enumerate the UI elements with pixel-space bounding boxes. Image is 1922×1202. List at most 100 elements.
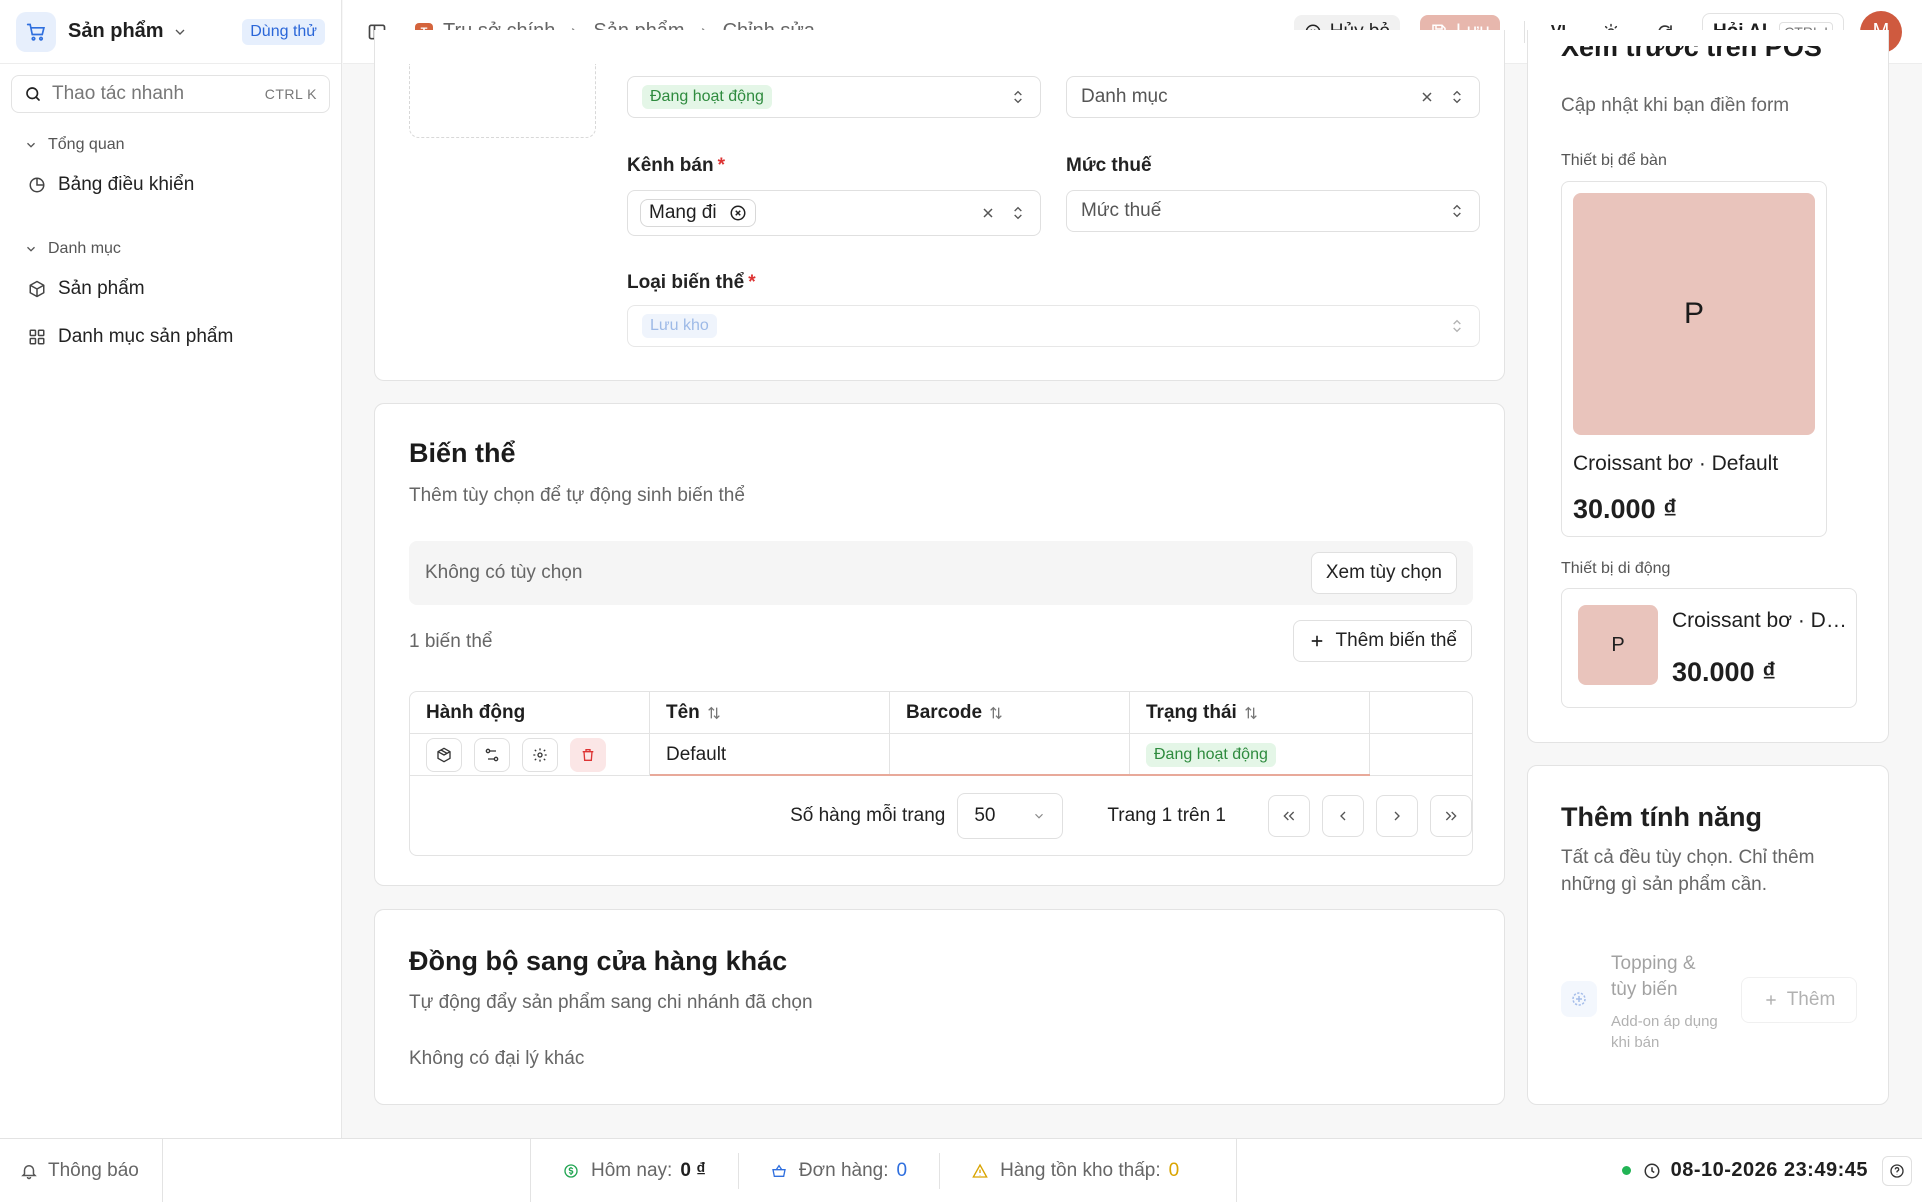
product-name: Croissant bơ · Default — [1573, 452, 1779, 475]
tax-rate-placeholder: Mức thuế — [1081, 200, 1162, 221]
quick-action-placeholder: Thao tác nhanh — [52, 83, 185, 104]
clear-icon[interactable] — [980, 205, 996, 221]
cell-barcode[interactable] — [890, 734, 1130, 775]
chevrons-up-down-icon — [1449, 203, 1465, 219]
chevrons-up-down-icon — [1010, 89, 1026, 105]
sales-channel-chip: Mang đi — [640, 199, 756, 227]
sidebar-item-label: Sản phẩm — [58, 278, 145, 299]
plus-icon — [1308, 632, 1326, 650]
product-name: Croissant bơ · Default — [1672, 609, 1848, 632]
clock-icon — [1643, 1162, 1661, 1180]
add-feature-label: Thêm — [1786, 989, 1836, 1010]
nav-group-catalog[interactable]: Danh mục — [0, 237, 341, 261]
desktop-product-tile: P Croissant bơ · Default 30.000 ₫ — [1561, 181, 1827, 537]
variant-type-badge: Lưu kho — [642, 314, 717, 338]
toolbar-divider — [1523, 20, 1525, 43]
search-icon — [24, 85, 42, 103]
feature-topping: Topping & tùy biến Add-on áp dụng khi bá… — [1561, 951, 1861, 1051]
sync-title: Đồng bộ sang cửa hàng khác — [409, 946, 788, 976]
sort-icon — [1243, 705, 1259, 721]
product-basic-info-card: Đang hoạt động Danh mục Kênh bán * Mức th… — [374, 30, 1505, 381]
variant-count: 1 biến thể — [409, 631, 493, 652]
column-header-status[interactable]: Trạng thái — [1130, 692, 1370, 733]
nav-group-overview[interactable]: Tổng quan — [0, 133, 341, 157]
sort-icon — [988, 705, 1004, 721]
table-row: Default Đang hoạt động — [410, 734, 1472, 776]
feature-name: Topping & tùy biến — [1611, 953, 1696, 1000]
mobile-device-label: Thiết bị di động — [1561, 560, 1671, 577]
no-options-text: Không có tùy chọn — [425, 562, 583, 583]
trash-icon[interactable] — [570, 737, 606, 772]
help-icon[interactable] — [1882, 1155, 1912, 1186]
quick-action-shortcut: CTRL K — [264, 86, 317, 102]
route-icon[interactable] — [474, 737, 510, 772]
category-select[interactable]: Danh mục — [1066, 76, 1480, 118]
stock-package-icon[interactable] — [426, 737, 462, 772]
quick-action-search[interactable]: Thao tác nhanh CTRL K — [11, 75, 330, 113]
status-select[interactable]: Đang hoạt động — [627, 76, 1041, 118]
product-price: 30.000 ₫ — [1573, 494, 1677, 524]
rows-per-page-select[interactable]: 50 — [957, 793, 1064, 839]
view-options-button[interactable]: Xem tùy chọn — [1310, 552, 1457, 594]
chip-label: Mang đi — [649, 202, 717, 223]
variants-subtitle: Thêm tùy chọn để tự động sinh biến thể — [409, 485, 745, 506]
product-price: 30.000 ₫ — [1672, 657, 1776, 687]
status-bar: Thông báo Hôm nay: 0 ₫ Đơn hàng: 0 Hàng … — [0, 1138, 1922, 1202]
category-placeholder: Danh mục — [1081, 86, 1168, 107]
status-badge: Đang hoạt động — [1146, 742, 1276, 767]
sync-subtitle: Tự động đẩy sản phẩm sang chi nhánh đã c… — [409, 992, 813, 1013]
first-page-icon[interactable] — [1268, 795, 1310, 837]
last-page-icon[interactable] — [1430, 795, 1472, 837]
chevrons-up-down-icon — [1449, 318, 1465, 334]
settings-icon[interactable] — [522, 737, 558, 772]
grid-icon — [28, 328, 46, 346]
feature-description: Add-on áp dụng khi bán — [1611, 1013, 1718, 1051]
product-image-placeholder: P — [1578, 605, 1658, 685]
remove-chip-icon[interactable] — [729, 204, 747, 222]
notifications-button[interactable]: Thông báo — [0, 1139, 163, 1202]
prev-page-icon[interactable] — [1322, 795, 1364, 837]
notifications-label: Thông báo — [48, 1159, 139, 1181]
sales-channel-select[interactable]: Mang đi — [627, 190, 1041, 236]
add-variant-label: Thêm biến thể — [1335, 630, 1457, 651]
desktop-device-label: Thiết bị để bàn — [1561, 152, 1667, 169]
chevrons-up-down-icon — [1010, 205, 1026, 221]
column-header-name[interactable]: Tên — [650, 692, 890, 733]
app-switcher[interactable]: Sản phẩm Dùng thử — [0, 0, 341, 64]
tax-rate-label: Mức thuế — [1066, 155, 1152, 176]
app-name: Sản phẩm — [68, 20, 164, 42]
pagination: Số hàng mỗi trang 50 Trang 1 trên 1 — [410, 776, 1472, 855]
stat-low-stock-value: 0 — [1168, 1159, 1180, 1181]
features-subtitle: Tất cả đều tùy chọn. Chỉ thêm những gì s… — [1561, 847, 1815, 895]
add-feature-button[interactable]: Thêm — [1741, 977, 1857, 1023]
image-upload-area[interactable] — [409, 64, 596, 138]
chevron-down-icon — [24, 138, 38, 152]
options-panel: Không có tùy chọn Xem tùy chọn — [409, 541, 1473, 605]
cell-status[interactable]: Đang hoạt động — [1130, 734, 1370, 775]
stat-today-value: 0 ₫ — [680, 1159, 706, 1181]
cell-extra — [1370, 734, 1472, 775]
column-header-barcode[interactable]: Barcode — [890, 692, 1130, 733]
stat-today-label: Hôm nay: — [591, 1159, 673, 1181]
variant-type-select[interactable]: Lưu kho — [627, 305, 1480, 347]
tax-rate-select[interactable]: Mức thuế — [1066, 190, 1480, 232]
variants-table: Hành động Tên Barcode Trạng thái Default… — [409, 691, 1473, 856]
column-header-actions: Hành động — [410, 692, 650, 733]
next-page-icon[interactable] — [1376, 795, 1418, 837]
preview-title: Xem trước trên POS — [1561, 46, 1822, 62]
status-stats: Hôm nay: 0 ₫ Đơn hàng: 0 Hàng tồn kho th… — [530, 1139, 1237, 1202]
add-features-card: Thêm tính năng Tất cả đều tùy chọn. Chỉ … — [1527, 765, 1889, 1105]
stat-orders: Đơn hàng: 0 — [737, 1152, 939, 1189]
clear-icon[interactable] — [1419, 89, 1435, 105]
sidebar-item-products[interactable]: Sản phẩm — [0, 269, 341, 309]
cart-icon — [16, 11, 56, 52]
cell-name[interactable]: Default — [650, 734, 890, 775]
status-badge: Đang hoạt động — [642, 85, 772, 109]
rows-per-page-label: Số hàng mỗi trang — [790, 805, 946, 826]
mobile-product-tile: P Croissant bơ · Default 30.000 ₫ — [1561, 588, 1857, 708]
sidebar-item-product-categories[interactable]: Danh mục sản phẩm — [0, 317, 341, 357]
chevron-down-icon — [1032, 809, 1046, 823]
nav-group-label: Danh mục — [48, 240, 121, 257]
sidebar-item-dashboard[interactable]: Bảng điều khiển — [0, 165, 341, 205]
add-variant-button[interactable]: Thêm biến thể — [1292, 620, 1472, 662]
